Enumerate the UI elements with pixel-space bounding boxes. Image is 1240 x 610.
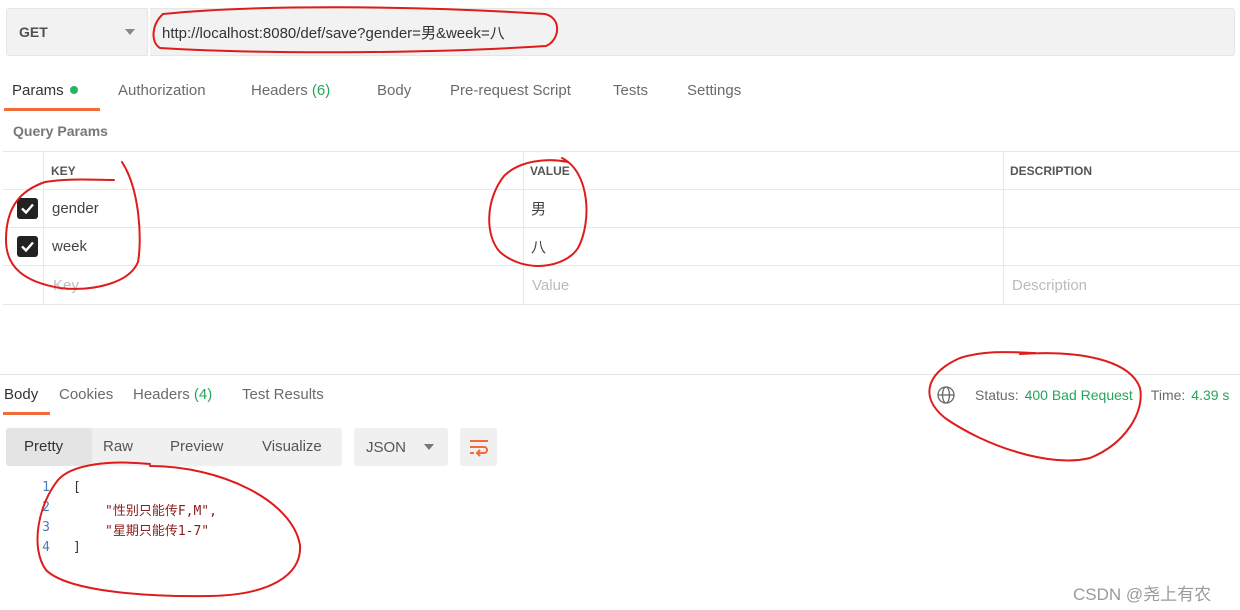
column-divider [43, 151, 44, 305]
code-line: "性别只能传F,M", [105, 504, 217, 519]
response-divider [0, 374, 1240, 375]
url-text: http://localhost:8080/def/save?gender=男&… [162, 24, 505, 42]
table-row: week 八 [3, 227, 1240, 265]
table-header-row: KEY VALUE DESCRIPTION [3, 151, 1240, 189]
line-number: 3 [42, 520, 50, 535]
line-number: 4 [42, 540, 50, 555]
response-tab-headers-label: Headers [133, 386, 190, 403]
table-row: gender 男 [3, 189, 1240, 227]
format-label: JSON [366, 438, 407, 456]
checkmark-icon [21, 203, 34, 215]
tab-tests[interactable]: Tests [613, 82, 648, 99]
tab-headers-count: (6) [311, 82, 331, 99]
view-pretty-button[interactable]: Pretty [24, 438, 63, 455]
column-header-value: VALUE [530, 163, 570, 178]
format-select[interactable]: JSON [354, 428, 448, 466]
tab-authorization-label: Authorization [118, 82, 206, 99]
value-placeholder[interactable]: Value [524, 266, 569, 304]
row-checkbox[interactable] [17, 198, 38, 219]
key-placeholder[interactable]: Key [45, 266, 79, 304]
tab-body-label: Body [377, 82, 412, 99]
method-select[interactable]: GET [6, 8, 148, 56]
watermark: CSDN @尧上有农 [1073, 585, 1212, 604]
tab-settings[interactable]: Settings [687, 82, 741, 99]
response-tab-headers[interactable]: Headers (4) [133, 386, 212, 403]
response-tab-test-results[interactable]: Test Results [242, 386, 324, 403]
response-active-underline [3, 412, 50, 415]
response-tab-headers-count: (4) [193, 386, 213, 403]
response-status-bar: Status: 400 Bad Request Time: 4.39 s [936, 385, 1229, 405]
active-tab-underline [4, 108, 100, 111]
chevron-down-icon [424, 444, 434, 450]
param-key[interactable]: week [44, 228, 87, 265]
response-body-code[interactable]: 1 2 3 4 [ "性别只能传F,M", "星期只能传1-7" ] [28, 478, 428, 568]
tab-params-label: Params [12, 82, 64, 99]
view-visualize-button[interactable]: Visualize [262, 438, 322, 455]
table-row-empty: Key Value Description [3, 265, 1240, 305]
response-tab-test-results-label: Test Results [242, 386, 324, 403]
tab-pre-request-script-label: Pre-request Script [450, 82, 571, 99]
checkmark-icon [21, 241, 34, 253]
tab-headers-label: Headers [251, 82, 308, 99]
wrap-lines-button[interactable] [460, 428, 497, 466]
time-label: Time: [1150, 387, 1186, 403]
code-line: [ [73, 480, 81, 495]
response-tab-cookies-label: Cookies [59, 386, 114, 403]
tab-body[interactable]: Body [377, 82, 411, 99]
view-preview-button[interactable]: Preview [170, 438, 223, 455]
status-value[interactable]: 400 Bad Request [1025, 387, 1133, 403]
tab-pre-request-script[interactable]: Pre-request Script [450, 82, 571, 99]
code-line: ] [73, 540, 81, 555]
chevron-down-icon [125, 29, 135, 35]
param-key[interactable]: gender [44, 190, 99, 227]
wrap-lines-icon [469, 440, 488, 457]
view-mode-bar: Pretty Raw Preview Visualize [6, 428, 342, 466]
request-tabs: Params Authorization Headers (6) Body Pr… [0, 78, 1240, 112]
param-value[interactable]: 男 [523, 190, 546, 227]
tab-authorization[interactable]: Authorization [118, 82, 206, 99]
column-divider [1003, 151, 1004, 305]
globe-icon[interactable] [936, 385, 956, 405]
line-number: 2 [42, 500, 50, 515]
response-tab-body-label: Body [4, 386, 39, 403]
param-value[interactable]: 八 [523, 228, 546, 265]
line-number: 1 [42, 480, 50, 495]
method-label: GET [19, 24, 48, 40]
status-label: Status: [975, 387, 1019, 403]
response-tab-cookies[interactable]: Cookies [59, 386, 113, 403]
column-header-key: KEY [51, 163, 76, 178]
tab-params[interactable]: Params [12, 82, 78, 99]
url-input[interactable]: http://localhost:8080/def/save?gender=男&… [150, 8, 1235, 56]
params-table: KEY VALUE DESCRIPTION gender 男 week 八 Ke… [3, 151, 1240, 306]
column-divider [523, 151, 524, 305]
row-checkbox[interactable] [17, 236, 38, 257]
response-tab-body[interactable]: Body [4, 386, 38, 403]
code-line: "星期只能传1-7" [105, 524, 210, 539]
params-active-dot-icon [69, 86, 78, 94]
tab-settings-label: Settings [687, 82, 742, 99]
query-params-title: Query Params [13, 123, 108, 139]
annotation-status-outline [928, 351, 1142, 462]
description-placeholder[interactable]: Description [1004, 266, 1087, 304]
time-value[interactable]: 4.39 s [1191, 387, 1229, 403]
column-header-description: DESCRIPTION [1010, 163, 1093, 178]
tab-tests-label: Tests [613, 82, 649, 99]
view-raw-button[interactable]: Raw [103, 438, 133, 455]
tab-headers[interactable]: Headers (6) [251, 82, 330, 99]
